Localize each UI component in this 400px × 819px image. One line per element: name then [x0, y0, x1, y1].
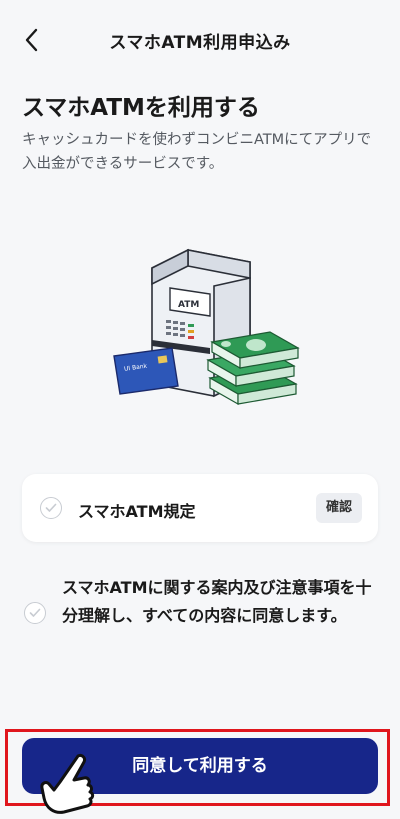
atm-screen-label: ATM [178, 300, 199, 310]
page-description: キャッシュカードを使わずコンビニATMにてアプリで入出金ができるサービスです。 [22, 132, 372, 172]
page-title: スマホATMを利用する [22, 95, 260, 121]
terms-label: スマホATM規定 [78, 502, 196, 521]
terms-card: スマホATM規定 確認 [22, 474, 378, 542]
check-circle-icon[interactable] [40, 497, 62, 519]
pointing-hand-icon [40, 754, 95, 814]
agreement-text: スマホATMに関する案内及び注意事項を十分理解し、すべての内容に同意します。 [62, 578, 372, 625]
app-header: スマホATM利用申込み [0, 0, 400, 80]
header-title: スマホATM利用申込み [109, 33, 291, 53]
agreement-checkbox-row[interactable]: スマホATMに関する案内及び注意事項を十分理解し、すべての内容に同意します。 [22, 572, 378, 658]
confirm-button[interactable]: 確認 [315, 493, 362, 523]
atm-illustration: ATM UI Bank [113, 248, 300, 406]
money-stack [206, 331, 300, 406]
check-circle-icon[interactable] [24, 602, 46, 624]
